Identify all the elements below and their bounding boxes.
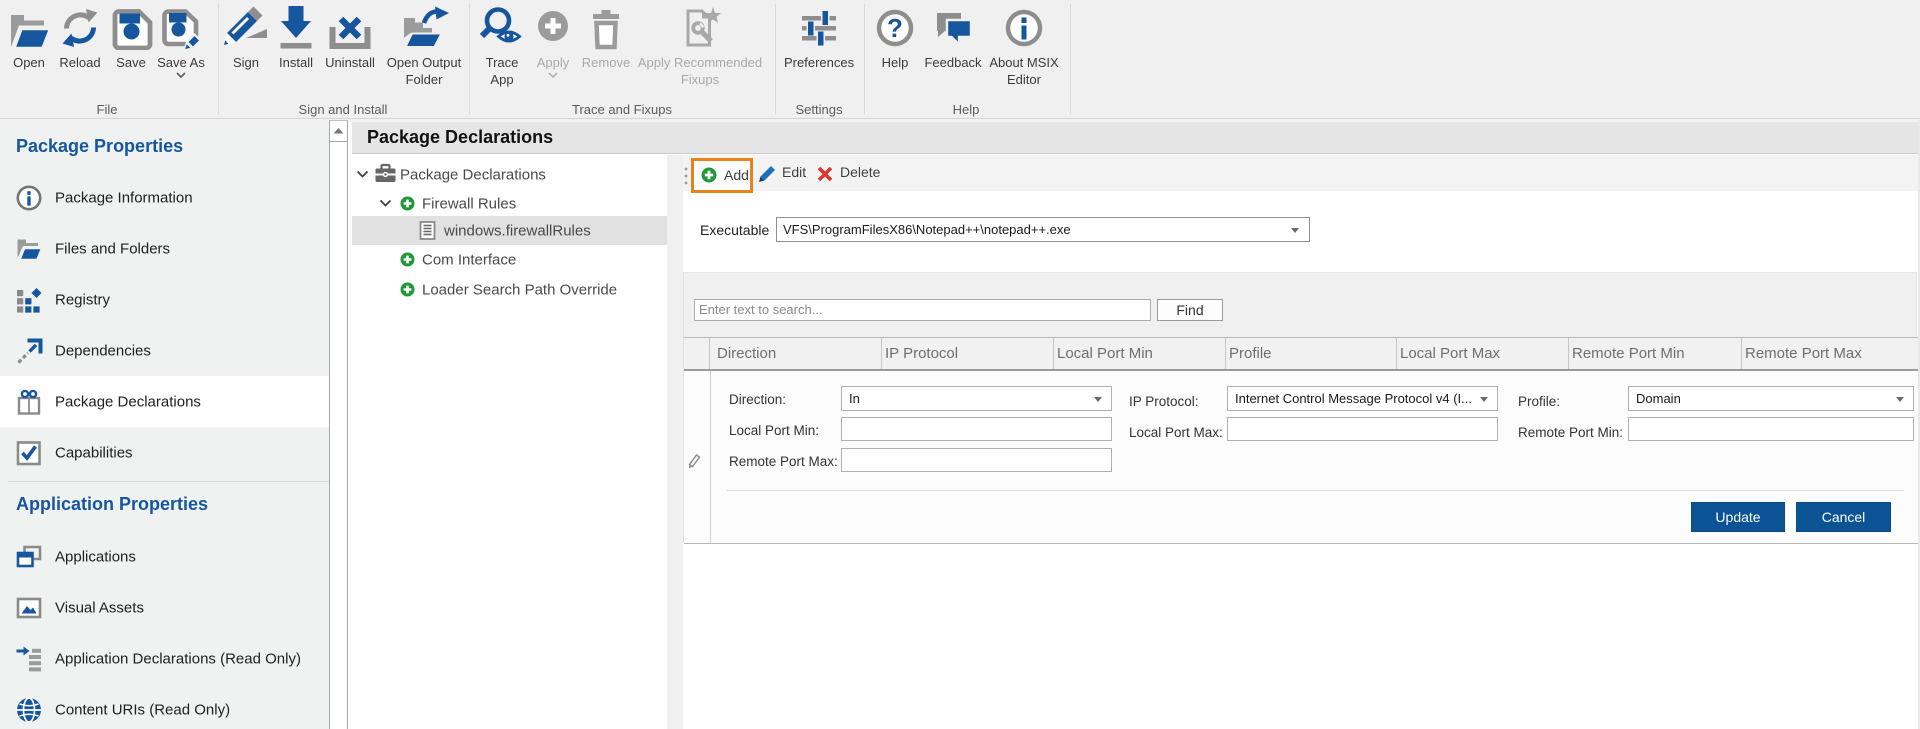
svg-text:?: ? xyxy=(887,13,903,43)
